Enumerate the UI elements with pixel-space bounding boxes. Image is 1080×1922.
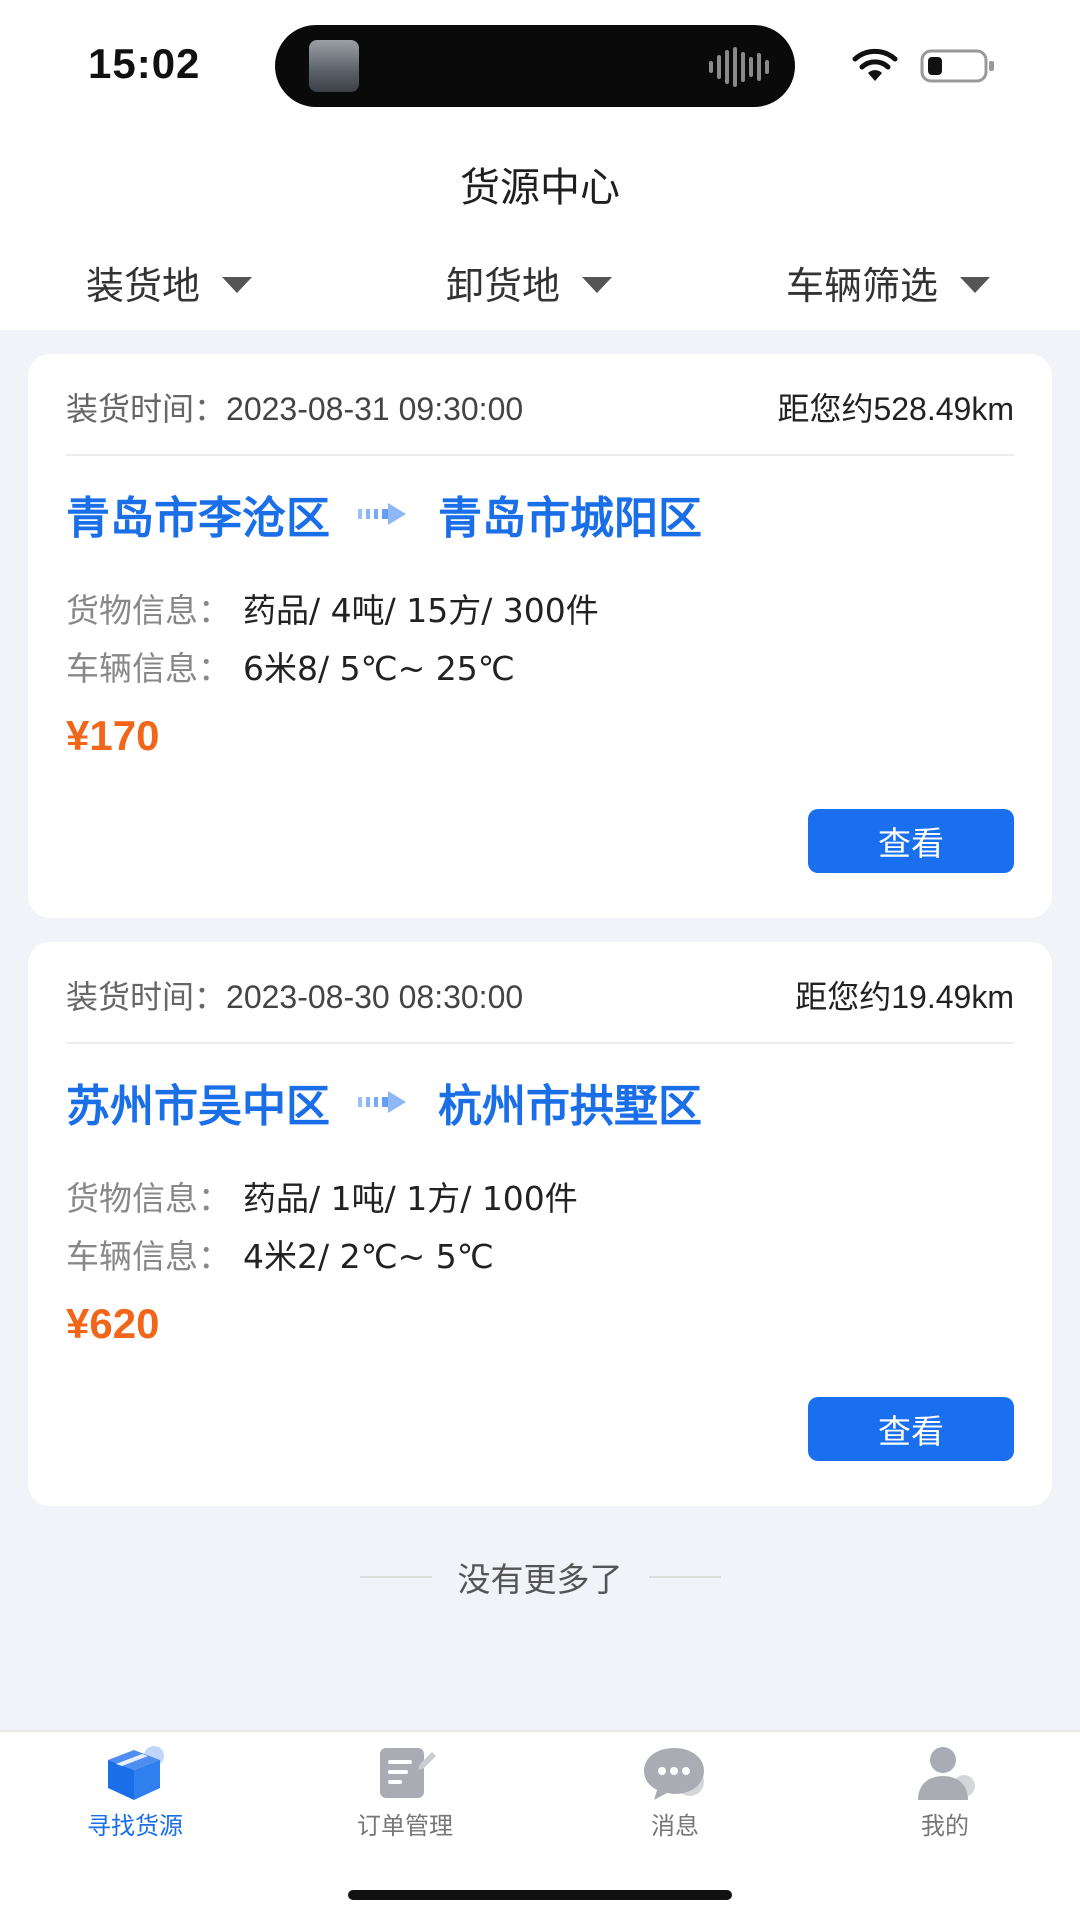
filter-label: 卸货地 [446,264,561,308]
no-more-text: 没有更多了 [457,1560,623,1599]
tab-order-management[interactable]: 订单管理 [305,1742,505,1841]
destination: 杭州市拱墅区 [438,1081,702,1132]
load-time-value: 2023-08-30 08:30:00 [226,979,524,1015]
tab-mine[interactable]: 我的 [845,1742,1045,1841]
cargo-card[interactable]: 装货时间：2023-08-31 09:30:00 距您约528.49km 青岛市… [28,354,1052,918]
cargo-info: 货物信息： 药品/ 4吨/ 15方/ 300件 [66,584,599,632]
header: 货源中心 装货地 卸货地 车辆筛选 [0,130,1080,330]
divider-line [359,1576,432,1578]
vehicle-info-value: 4米2/ 2℃~ 5℃ [243,1237,494,1276]
filter-label: 装货地 [86,264,201,308]
tab-label: 我的 [921,1812,969,1840]
cargo-info-label: 货物信息： [66,1179,231,1218]
divider [66,1042,1014,1044]
vehicle-info: 车辆信息： 4米2/ 2℃~ 5℃ [66,1230,494,1278]
no-more-indicator: 没有更多了 [0,1553,1080,1601]
status-bar: 15:02 [0,0,1080,130]
cargo-card[interactable]: 装货时间：2023-08-30 08:30:00 距您约19.49km 苏州市吴… [28,942,1052,1506]
load-time: 装货时间：2023-08-31 09:30:00 [66,384,523,430]
filter-unloading-place[interactable]: 卸货地 [446,255,613,310]
filter-vehicle[interactable]: 车辆筛选 [786,255,991,310]
status-time: 15:02 [88,40,201,87]
tab-label: 消息 [651,1812,699,1840]
home-indicator [348,1890,732,1900]
audio-waveform-icon [709,47,769,87]
route: 青岛市李沧区 青岛市城阳区 [66,482,702,546]
filter-label: 车辆筛选 [786,264,939,308]
page-title: 货源中心 [460,165,620,211]
vehicle-info-label: 车辆信息： [66,1237,231,1276]
filter-loading-place[interactable]: 装货地 [86,255,253,310]
battery-icon [920,49,994,83]
vehicle-info-label: 车辆信息： [66,649,231,688]
route-arrow-icon [358,1091,406,1113]
distance: 距您约528.49km [777,391,1014,427]
cargo-info: 货物信息： 药品/ 1吨/ 1方/ 100件 [66,1172,578,1220]
load-time: 装货时间：2023-08-30 08:30:00 [66,972,523,1018]
destination: 青岛市城阳区 [438,493,702,544]
box-icon [108,1746,164,1800]
now-playing-artwork [309,40,359,92]
tab-find-cargo[interactable]: 寻找货源 [35,1742,235,1841]
load-time-label: 装货时间： [66,979,227,1015]
view-button[interactable]: 查看 [808,809,1014,873]
tab-label: 订单管理 [357,1812,453,1840]
origin: 青岛市李沧区 [66,493,330,544]
load-time-value: 2023-08-31 09:30:00 [226,391,524,427]
cargo-info-value: 药品/ 4吨/ 15方/ 300件 [243,591,599,630]
origin: 苏州市吴中区 [66,1081,330,1132]
load-time-label: 装货时间： [66,391,227,427]
user-icon [918,1747,975,1800]
caret-down-icon [582,276,613,293]
route: 苏州市吴中区 杭州市拱墅区 [66,1070,702,1134]
dynamic-island [275,25,795,107]
vehicle-info: 车辆信息： 6米8/ 5℃~ 25℃ [66,642,515,690]
cargo-info-label: 货物信息： [66,591,231,630]
tab-label: 寻找货源 [87,1812,183,1840]
view-button[interactable]: 查看 [808,1397,1014,1461]
distance: 距您约19.49km [795,979,1014,1015]
price: ¥170 [66,712,160,759]
divider [66,454,1014,456]
vehicle-info-value: 6米8/ 5℃~ 25℃ [243,649,515,688]
route-arrow-icon [358,503,406,525]
cargo-info-value: 药品/ 1吨/ 1方/ 100件 [243,1179,578,1218]
chat-icon [644,1748,704,1800]
divider-line [648,1576,721,1578]
wifi-icon [852,48,898,81]
caret-down-icon [960,276,991,293]
order-icon [380,1748,436,1798]
tab-messages[interactable]: 消息 [575,1742,775,1841]
price: ¥620 [66,1300,160,1347]
caret-down-icon [222,276,253,293]
